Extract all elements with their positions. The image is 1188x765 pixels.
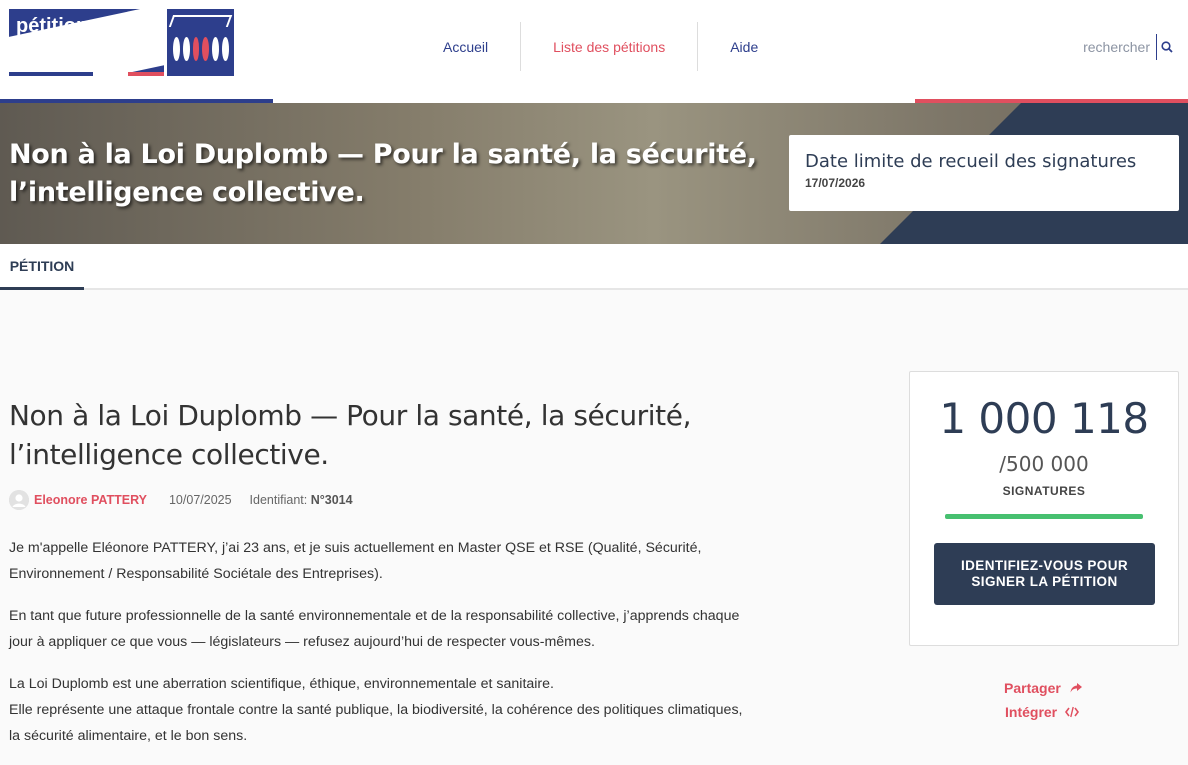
site-logo[interactable]: pétitions [9, 9, 234, 76]
code-icon [1065, 706, 1080, 718]
embed-link[interactable]: Intégrer [1005, 702, 1080, 722]
progress-fill [945, 514, 1143, 519]
body-paragraph: En tant que future professionnelle de la… [9, 608, 740, 650]
deadline-label: Date limite de recueil des signatures [805, 151, 1137, 172]
site-header: pétitions Accueil Liste des pétitions Ai… [0, 0, 1188, 103]
petition-banner: Non à la Loi Duplomb — Pour la santé, la… [0, 103, 1188, 244]
search-input[interactable] [1060, 39, 1156, 55]
signatures-label: SIGNATURES [1002, 484, 1086, 498]
signature-goal: /500 000 [999, 452, 1089, 476]
signature-count: 1 000 118 [939, 394, 1149, 443]
logo-wordmark: pétitions [9, 9, 164, 76]
signature-progress-bar [945, 514, 1143, 519]
sign-petition-button[interactable]: IDENTIFIEZ-VOUS POUR SIGNER LA PÉTITION [934, 543, 1155, 605]
main-nav: Accueil Liste des pétitions Aide [411, 22, 790, 71]
petition-body: Je m'appelle Eléonore PATTERY, j’ai 23 a… [9, 535, 749, 765]
logo-text: pétitions [16, 15, 100, 37]
nav-liste-des-petitions[interactable]: Liste des pétitions [521, 22, 697, 71]
avatar [9, 490, 29, 510]
petition-identifier: Identifiant: N°3014 [250, 493, 353, 507]
petition-title: Non à la Loi Duplomb — Pour la santé, la… [9, 399, 692, 471]
tab-petition[interactable]: PÉTITION [0, 244, 84, 290]
nav-aide[interactable]: Aide [698, 22, 790, 71]
tab-bar: PÉTITION [0, 244, 1188, 290]
banner-title: Non à la Loi Duplomb — Pour la santé, la… [9, 139, 757, 208]
share-label: Partager [1004, 680, 1061, 696]
search-box [1060, 34, 1177, 60]
deadline-card: Date limite de recueil des signatures 17… [789, 135, 1179, 211]
share-link[interactable]: Partager [1004, 678, 1083, 698]
deadline-value: 17/07/2026 [805, 176, 866, 190]
share-icon [1069, 682, 1083, 694]
author-link[interactable]: Eleonore PATTERY [34, 493, 147, 507]
body-paragraph: Elle représente une attaque frontale con… [9, 702, 743, 744]
identifier-value: N°3014 [310, 493, 353, 507]
identifier-label: Identifiant: [249, 493, 308, 507]
body-paragraph: La Loi Duplomb est une aberration scient… [9, 676, 554, 692]
body-paragraph: Je m'appelle Eléonore PATTERY, j’ai 23 a… [9, 540, 702, 582]
embed-label: Intégrer [1005, 704, 1058, 720]
petition-date: 10/07/2025 [168, 493, 232, 507]
search-icon[interactable] [1157, 34, 1177, 60]
signature-card: 1 000 118 /500 000 SIGNATURES IDENTIFIEZ… [909, 371, 1179, 646]
logo-building-icon [167, 9, 234, 76]
nav-accueil[interactable]: Accueil [411, 22, 520, 71]
petition-meta: Eleonore PATTERY 10/07/2025 Identifiant:… [9, 490, 353, 510]
